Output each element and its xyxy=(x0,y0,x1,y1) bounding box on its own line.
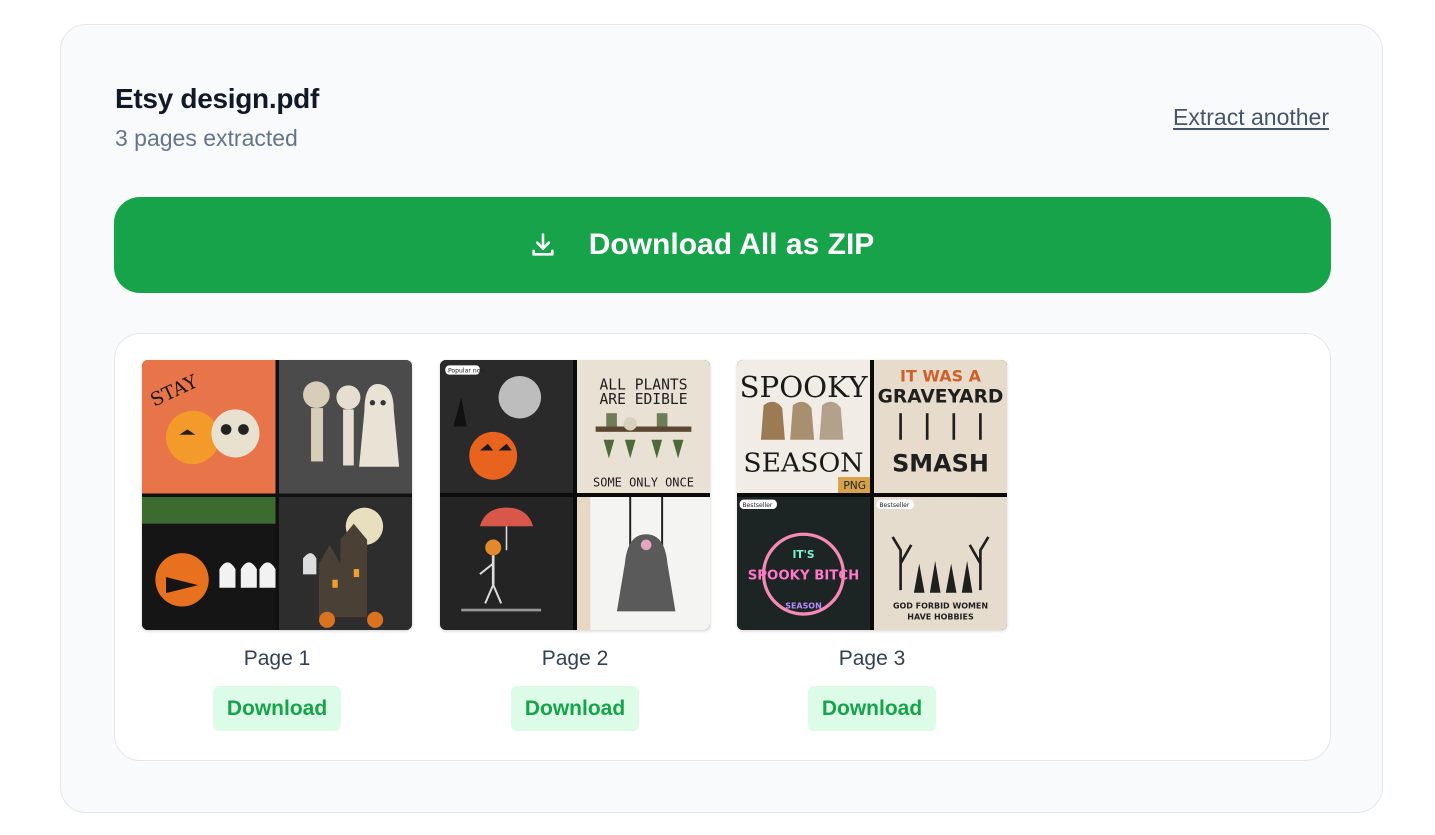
page-3-download-button[interactable]: Download xyxy=(808,686,936,731)
p3-bestseller-badge-1: Bestseller xyxy=(742,502,773,509)
p3-neon-text: SPOOKY BITCH xyxy=(748,568,860,583)
p2-skeleton-shirt-image xyxy=(440,497,573,630)
p3-forbid-line-2: HAVE HOBBIES xyxy=(907,612,974,621)
p3-spooky-season-image: SPOOKY SEASON PNG xyxy=(737,360,870,493)
p1-black-shirt-image xyxy=(142,496,276,630)
p2-plants-shirt-image: ALL PLANTS ARE EDIBLE SOME ONLY ONCE xyxy=(577,360,710,493)
p3-graveyard-line-2: GRAVEYARD xyxy=(878,387,1004,408)
page-2-download-button[interactable]: Download xyxy=(511,686,639,731)
download-icon xyxy=(532,233,554,256)
p3-neon-season-text: SEASON xyxy=(785,602,822,611)
p3-graveyard-line-3: SMASH xyxy=(892,450,989,478)
download-all-zip-button[interactable]: Download All as ZIP xyxy=(114,197,1331,293)
p3-season-text: SEASON xyxy=(743,448,863,479)
extract-another-link[interactable]: Extract another xyxy=(1173,104,1329,131)
page-card-2: Popular now ALL PLANTS ARE EDIBLE SOME O… xyxy=(440,360,710,731)
p3-bestseller-badge-2: Bestseller xyxy=(879,502,910,509)
p3-graveyard-smash-image: IT WAS A GRAVEYARD SMASH xyxy=(874,360,1007,493)
p2-popular-badge: Popular now xyxy=(448,368,485,375)
page-card-3: SPOOKY SEASON PNG IT WAS A GRAVEYARD SMA… xyxy=(737,360,1007,731)
page-2-thumbnail[interactable]: Popular now ALL PLANTS ARE EDIBLE SOME O… xyxy=(440,360,710,630)
p1-haunted-house-image xyxy=(278,496,412,630)
page-card-1: STAY Page 1 Download xyxy=(142,360,412,731)
p3-spooky-text: SPOOKY xyxy=(739,370,868,404)
p3-its-text: IT'S xyxy=(792,548,814,561)
p1-gray-shirt-image xyxy=(278,360,412,494)
p2-plants-line-2: ARE EDIBLE xyxy=(599,391,687,408)
p1-orange-shirt-image: STAY xyxy=(142,360,276,494)
extraction-result-panel: Etsy design.pdf 3 pages extracted Extrac… xyxy=(60,24,1383,813)
download-all-label: Download All as ZIP xyxy=(588,228,875,261)
p3-forbid-line-1: GOD FORBID WOMEN xyxy=(893,602,988,611)
pages-grid: STAY Page 1 Download Popular now ALL PLA… xyxy=(114,333,1331,761)
pages-extracted-count: 3 pages extracted xyxy=(115,125,298,151)
p2-ghost-sweater-image xyxy=(577,497,710,630)
page-1-download-button[interactable]: Download xyxy=(213,686,341,731)
p3-graveyard-line-1: IT WAS A xyxy=(900,366,982,385)
p3-png-badge: PNG xyxy=(843,479,866,492)
p3-god-forbid-image: Bestseller GOD FORBID WOMEN HAVE HOBBIES xyxy=(874,497,1007,630)
page-1-label: Page 1 xyxy=(243,647,311,670)
file-name: Etsy design.pdf xyxy=(115,83,319,114)
p3-neon-spooky-image: Bestseller IT'S SPOOKY BITCH SEASON xyxy=(737,497,870,630)
p2-plants-line-3: SOME ONLY ONCE xyxy=(593,475,694,489)
page-3-label: Page 3 xyxy=(838,647,906,670)
p2-pumpkin-shirt-image: Popular now xyxy=(440,360,573,493)
page-2-label: Page 2 xyxy=(541,647,609,670)
page-1-thumbnail[interactable]: STAY xyxy=(142,360,412,630)
page-3-thumbnail[interactable]: SPOOKY SEASON PNG IT WAS A GRAVEYARD SMA… xyxy=(737,360,1007,630)
